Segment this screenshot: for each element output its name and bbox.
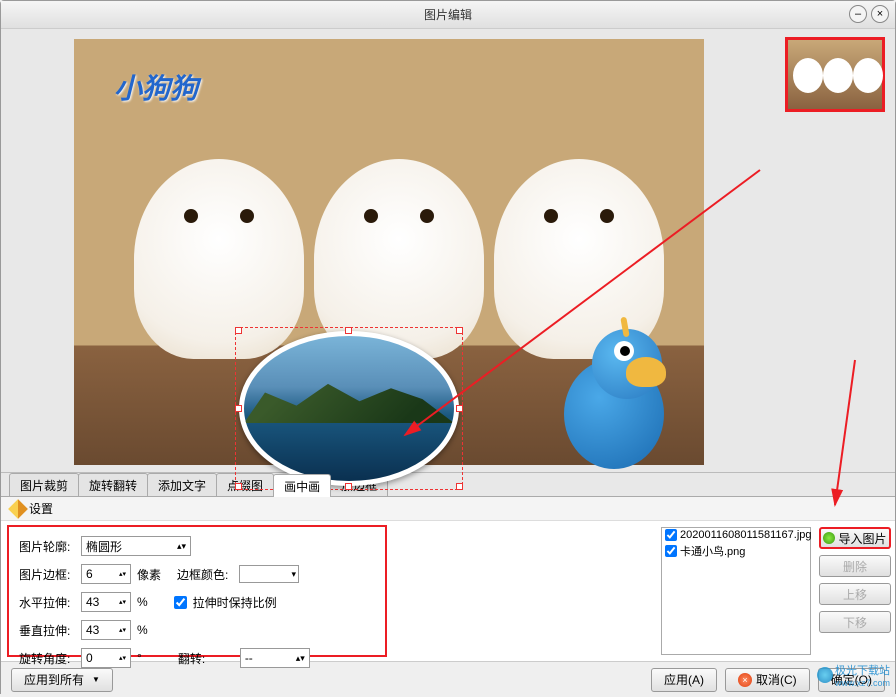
- move-down-button[interactable]: 下移: [819, 611, 891, 633]
- resize-handle[interactable]: [235, 327, 242, 334]
- canvas-area[interactable]: 小狗狗: [1, 29, 777, 472]
- delete-button[interactable]: 删除: [819, 555, 891, 577]
- pixel-unit: 像素: [137, 566, 161, 583]
- canvas[interactable]: 小狗狗: [74, 39, 704, 465]
- vstretch-spinner[interactable]: 43▴▾: [81, 620, 131, 640]
- hstretch-spinner[interactable]: 43▴▾: [81, 592, 131, 612]
- window-title: 图片编辑: [424, 6, 472, 23]
- watermark-icon: [817, 667, 833, 683]
- border-color-label: 边框颜色:: [177, 566, 233, 583]
- list-item[interactable]: 2020011608011581167.jpg: [662, 528, 810, 542]
- tab-crop[interactable]: 图片裁剪: [9, 473, 79, 496]
- settings-label: 设置: [29, 500, 53, 517]
- pencil-icon: [8, 499, 28, 519]
- resize-handle[interactable]: [345, 327, 352, 334]
- thumbnail-panel: [777, 29, 895, 472]
- file-list[interactable]: 2020011608011581167.jpg 卡通小鸟.png: [661, 527, 811, 655]
- border-color-picker[interactable]: [239, 565, 299, 583]
- settings-header: 设置: [1, 497, 895, 521]
- tab-rotate[interactable]: 旋转翻转: [78, 473, 148, 496]
- outline-select[interactable]: 椭圆形▴▾: [81, 536, 191, 556]
- resize-handle[interactable]: [456, 405, 463, 412]
- hstretch-label: 水平拉伸:: [19, 594, 75, 611]
- apply-button[interactable]: 应用(A): [651, 668, 717, 692]
- minimize-button[interactable]: –: [849, 5, 867, 23]
- resize-handle[interactable]: [235, 483, 242, 490]
- file-checkbox[interactable]: [665, 545, 677, 557]
- import-icon: [823, 532, 835, 544]
- apply-all-button[interactable]: 应用到所有▼: [11, 668, 113, 692]
- titlebar: 图片编辑 – ×: [1, 1, 895, 29]
- cancel-icon: ×: [738, 673, 752, 687]
- watermark: 极光下载站 www.xz7.com: [817, 662, 890, 688]
- keep-ratio-checkbox[interactable]: [174, 596, 187, 609]
- flip-label: 翻转:: [178, 650, 234, 667]
- resize-handle[interactable]: [456, 327, 463, 334]
- pip-selection[interactable]: [239, 331, 459, 486]
- resize-handle[interactable]: [235, 405, 242, 412]
- border-label: 图片边框:: [19, 566, 75, 583]
- import-image-button[interactable]: 导入图片: [819, 527, 891, 549]
- vstretch-label: 垂直拉伸:: [19, 622, 75, 639]
- file-checkbox[interactable]: [665, 529, 677, 541]
- resize-handle[interactable]: [456, 483, 463, 490]
- settings-panel: 图片轮廓: 椭圆形▴▾ 图片边框: 6▴▾ 像素 边框颜色: 水平拉伸: 43▴…: [7, 525, 387, 657]
- resize-handle[interactable]: [345, 483, 352, 490]
- list-item[interactable]: 卡通小鸟.png: [662, 542, 810, 560]
- pip-image[interactable]: [239, 331, 459, 486]
- text-overlay[interactable]: 小狗狗: [114, 67, 198, 107]
- angle-label: 旋转角度:: [19, 650, 75, 667]
- clipart-bird[interactable]: [534, 329, 694, 499]
- cancel-button[interactable]: × 取消(C): [725, 668, 810, 692]
- move-up-button[interactable]: 上移: [819, 583, 891, 605]
- flip-select[interactable]: --▴▾: [240, 648, 310, 668]
- tab-text[interactable]: 添加文字: [147, 473, 217, 496]
- thumbnail[interactable]: [785, 37, 885, 112]
- angle-spinner[interactable]: 0▴▾: [81, 648, 131, 668]
- tab-pip[interactable]: 画中画: [273, 474, 331, 497]
- border-spinner[interactable]: 6▴▾: [81, 564, 131, 584]
- keep-ratio-label: 拉伸时保持比例: [193, 594, 277, 611]
- close-button[interactable]: ×: [871, 5, 889, 23]
- outline-label: 图片轮廓:: [19, 538, 75, 555]
